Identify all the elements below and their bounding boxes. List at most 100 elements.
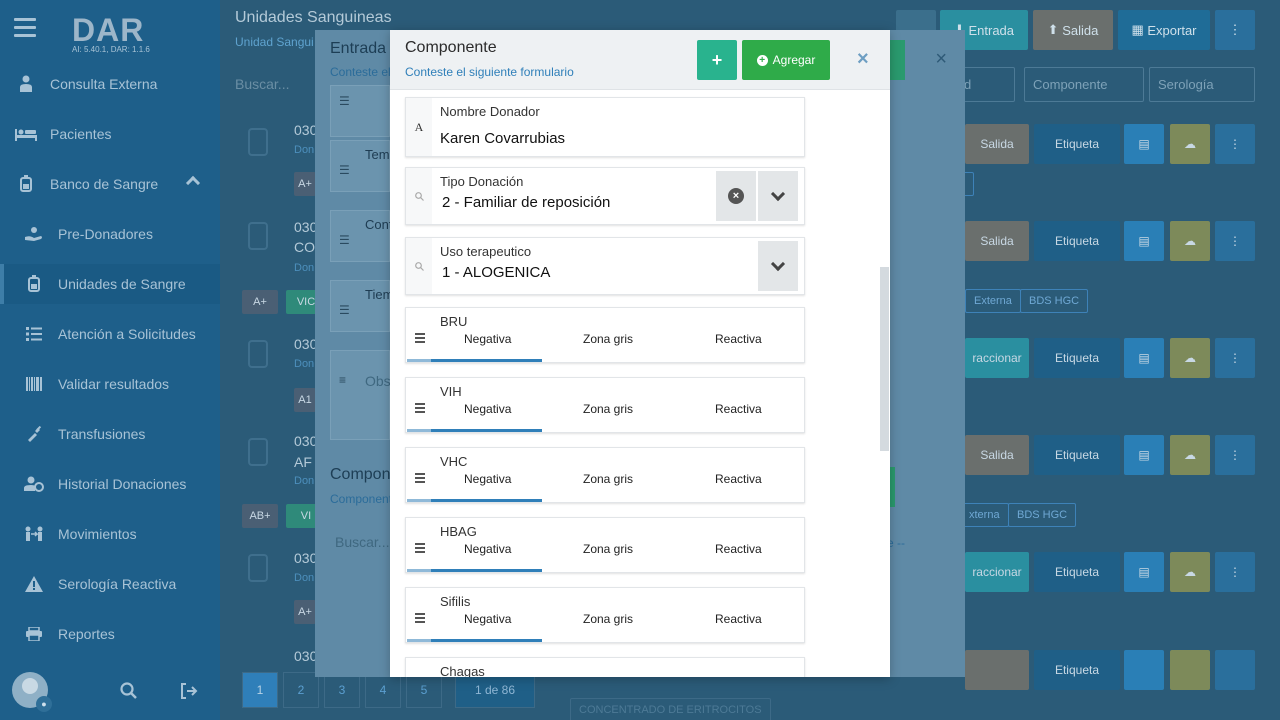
close-icon[interactable]: × xyxy=(857,49,869,69)
page-1-button[interactable]: 1 xyxy=(242,672,278,708)
exportar-button[interactable]: ▦ Exportar xyxy=(1118,10,1210,50)
selected-indicator xyxy=(407,359,542,362)
folder-icon[interactable]: ▤ xyxy=(1124,221,1164,261)
componente-filter[interactable]: Componente xyxy=(1024,67,1144,102)
serologia-filter[interactable]: Serología xyxy=(1149,67,1255,102)
sidebar-item-banco-de-sangre[interactable]: Banco de Sangre xyxy=(0,164,220,204)
more-options-icon[interactable]: ⋮ xyxy=(1215,338,1255,378)
blood-unit-icon xyxy=(22,274,46,294)
tipo-donacion-value[interactable]: 2 - Familiar de reposición xyxy=(442,194,610,211)
cloud-upload-icon[interactable]: ☁ xyxy=(1170,124,1210,164)
origin-tag: xterna xyxy=(960,503,1009,527)
more-options-icon[interactable]: ⋮ xyxy=(1215,552,1255,592)
more-options-icon[interactable]: ⋮ xyxy=(1215,124,1255,164)
folder-icon[interactable]: ▤ xyxy=(1124,338,1164,378)
more-options-icon[interactable]: ⋮ xyxy=(1215,435,1255,475)
page-3-button[interactable]: 3 xyxy=(324,672,360,708)
page-5-button[interactable]: 5 xyxy=(406,672,442,708)
option-reactiva[interactable]: Reactiva xyxy=(715,612,762,626)
cloud-upload-icon[interactable]: ☁ xyxy=(1170,338,1210,378)
close-icon[interactable]: × xyxy=(935,48,947,71)
sidebar-item-pacientes[interactable]: Pacientes xyxy=(0,114,220,154)
option-negativa[interactable]: Negativa xyxy=(464,472,511,486)
field-label: BRU xyxy=(440,314,468,329)
page-2-button[interactable]: 2 xyxy=(283,672,319,708)
sidebar-item-transfusiones[interactable]: Transfusiones xyxy=(0,414,220,454)
sidebar-item-serologia-reactiva[interactable]: Serología Reactiva xyxy=(0,564,220,604)
sidebar-item-movimientos[interactable]: Movimientos xyxy=(0,514,220,554)
mid-field: ≡ Obs xyxy=(330,350,391,440)
component-search-input[interactable]: Buscar... xyxy=(335,534,389,550)
etiqueta-button[interactable]: Etiqueta xyxy=(1034,435,1120,475)
chevron-up-icon[interactable] xyxy=(185,175,201,191)
option-reactiva[interactable]: Reactiva xyxy=(715,542,762,556)
agregar-button[interactable]: + Agregar xyxy=(742,40,830,80)
warning-icon xyxy=(22,574,46,594)
folder-icon[interactable]: ▤ xyxy=(1124,124,1164,164)
more-options-icon[interactable] xyxy=(1215,650,1255,690)
etiqueta-button[interactable]: Etiqueta xyxy=(1034,650,1120,690)
sidebar-item-reportes[interactable]: Reportes xyxy=(0,614,220,654)
salida-row-button[interactable]: Salida xyxy=(965,435,1029,475)
folder-icon[interactable]: ▤ xyxy=(1124,552,1164,592)
option-zona-gris[interactable]: Zona gris xyxy=(583,402,633,416)
uso-terapeutico-value[interactable]: 1 - ALOGENICA xyxy=(442,264,550,281)
fraccionar-button[interactable]: raccionar xyxy=(965,552,1029,592)
sidebar-item-unidades-de-sangre[interactable]: Unidades de Sangre xyxy=(0,264,220,304)
more-options-button[interactable]: ⋮ xyxy=(1215,10,1255,50)
sidebar-item-atencion-solicitudes[interactable]: Atención a Solicitudes xyxy=(0,314,220,354)
add-icon-button[interactable]: + xyxy=(697,40,737,80)
hamburger-menu-icon[interactable] xyxy=(14,18,36,37)
nombre-donador-field[interactable]: A Nombre Donador Karen Covarrubias xyxy=(405,97,805,157)
sidebar-item-label: Banco de Sangre xyxy=(50,176,159,192)
cloud-upload-icon[interactable]: ☁ xyxy=(1170,435,1210,475)
sidebar-item-validar-resultados[interactable]: Validar resultados xyxy=(0,364,220,404)
salida-row-button[interactable] xyxy=(965,650,1029,690)
folder-icon[interactable]: ▤ xyxy=(1124,435,1164,475)
clear-selection-button[interactable]: × xyxy=(716,171,756,221)
uso-terapeutico-field[interactable]: Uso terapeutico 1 - ALOGENICA xyxy=(405,237,805,295)
folder-icon[interactable] xyxy=(1124,650,1164,690)
option-zona-gris[interactable]: Zona gris xyxy=(583,542,633,556)
bed-icon xyxy=(14,124,38,144)
option-negativa[interactable]: Negativa xyxy=(464,332,511,346)
sidebar-item-historial-donaciones[interactable]: Historial Donaciones xyxy=(0,464,220,504)
etiqueta-button[interactable]: Etiqueta xyxy=(1034,552,1120,592)
option-reactiva[interactable]: Reactiva xyxy=(715,402,762,416)
logout-icon[interactable] xyxy=(180,683,198,699)
option-reactiva[interactable]: Reactiva xyxy=(715,472,762,486)
chevron-down-icon xyxy=(770,256,786,271)
option-zona-gris[interactable]: Zona gris xyxy=(583,332,633,346)
entrada-modal-subtitle: Conteste el xyxy=(330,65,391,79)
salida-button[interactable]: ⬆ Salida xyxy=(1033,10,1113,50)
dropdown-button[interactable] xyxy=(758,171,798,221)
list-check-icon xyxy=(22,324,46,344)
etiqueta-button[interactable]: Etiqueta xyxy=(1034,221,1120,261)
sidebar-item-pre-donadores[interactable]: Pre-Donadores xyxy=(0,214,220,254)
etiqueta-button[interactable]: Etiqueta xyxy=(1034,124,1120,164)
page-4-button[interactable]: 4 xyxy=(365,672,401,708)
option-negativa[interactable]: Negativa xyxy=(464,542,511,556)
salida-row-button[interactable]: Salida xyxy=(965,124,1029,164)
search-input[interactable]: Buscar... xyxy=(235,76,289,92)
cloud-upload-icon[interactable] xyxy=(1170,650,1210,690)
tipo-donacion-field[interactable]: Tipo Donación 2 - Familiar de reposición… xyxy=(405,167,805,225)
option-reactiva[interactable]: Reactiva xyxy=(715,332,762,346)
option-negativa[interactable]: Negativa xyxy=(464,612,511,626)
close-circle-icon: × xyxy=(728,188,744,204)
dropdown-button[interactable] xyxy=(758,241,798,291)
fraccionar-button[interactable]: raccionar xyxy=(965,338,1029,378)
search-icon[interactable] xyxy=(120,682,138,700)
option-negativa[interactable]: Negativa xyxy=(464,402,511,416)
etiqueta-button[interactable]: Etiqueta xyxy=(1034,338,1120,378)
modal-scrollbar[interactable] xyxy=(880,267,889,451)
cloud-upload-icon[interactable]: ☁ xyxy=(1170,221,1210,261)
sidebar-item-consulta-externa[interactable]: Consulta Externa xyxy=(0,64,220,104)
salida-row-button[interactable]: Salida xyxy=(965,221,1029,261)
cloud-upload-icon[interactable]: ☁ xyxy=(1170,552,1210,592)
bell-icon[interactable]: ● xyxy=(36,696,52,712)
nombre-donador-input[interactable]: Karen Covarrubias xyxy=(440,130,565,147)
option-zona-gris[interactable]: Zona gris xyxy=(583,612,633,626)
more-options-icon[interactable]: ⋮ xyxy=(1215,221,1255,261)
option-zona-gris[interactable]: Zona gris xyxy=(583,472,633,486)
